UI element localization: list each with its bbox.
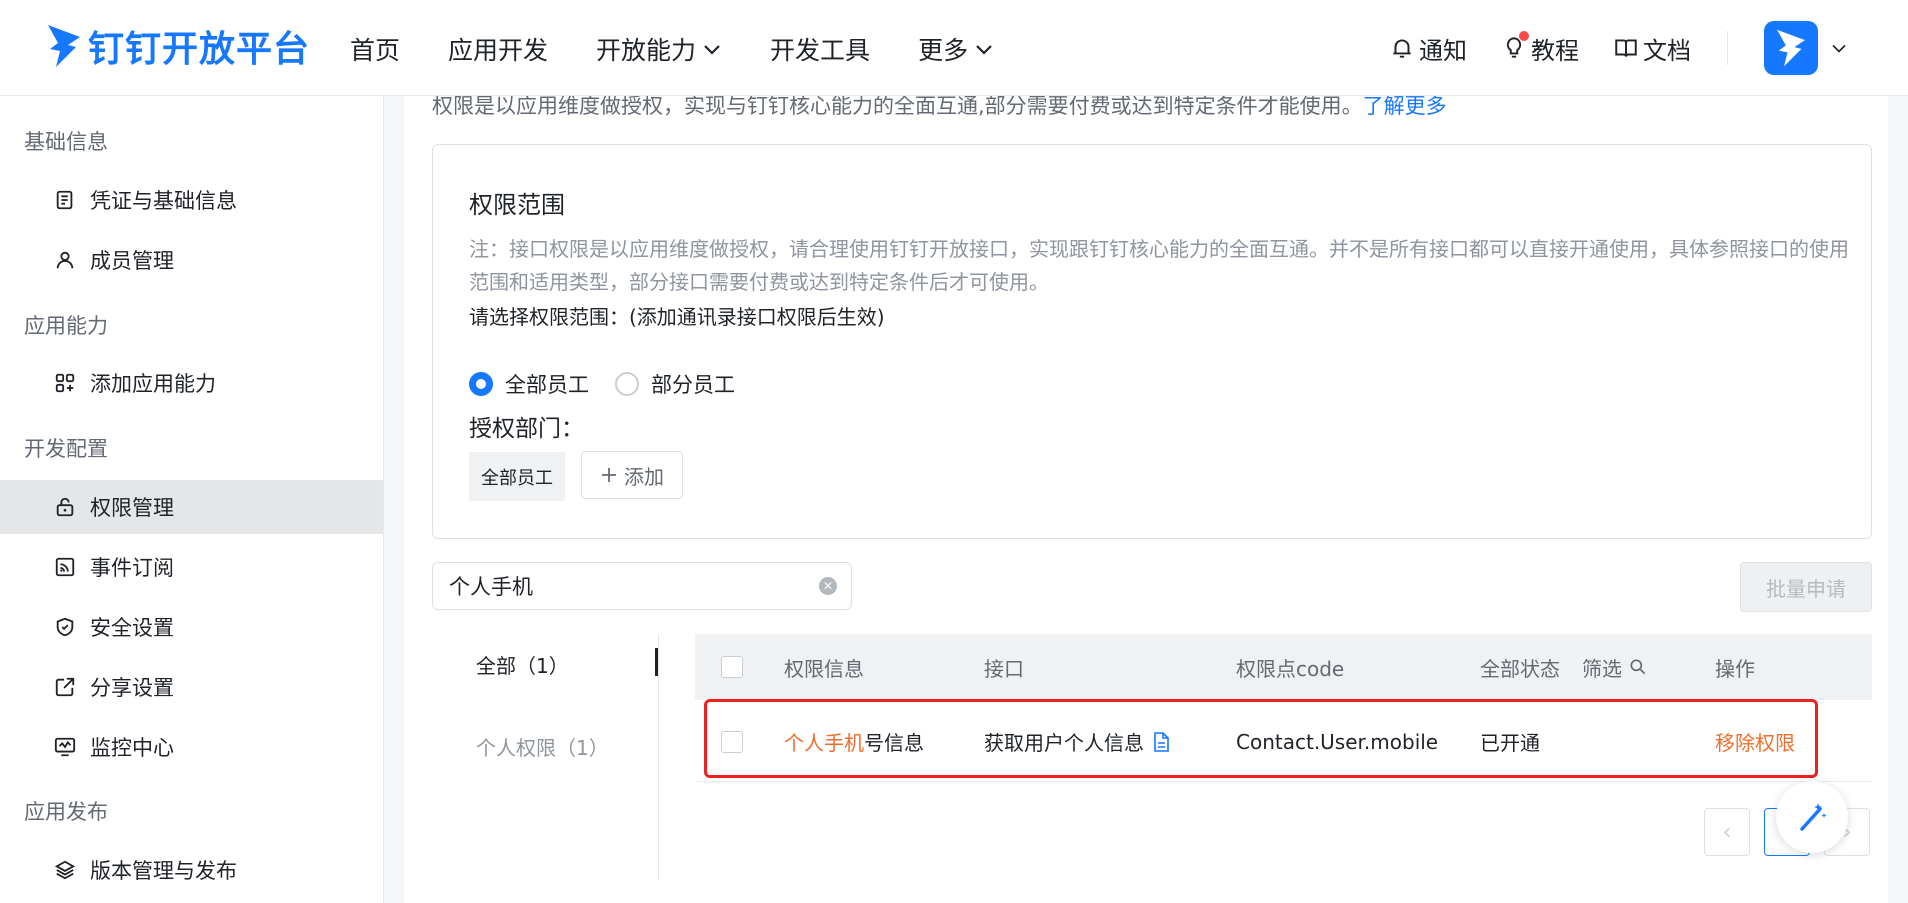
book-icon xyxy=(1615,39,1637,57)
monitor-icon xyxy=(54,737,76,757)
chevron-down-icon[interactable] xyxy=(1830,42,1848,54)
table-header: 权限信息 接口 权限点code 全部状态 筛选 操作 xyxy=(695,634,1872,700)
category-all[interactable]: 全部（1） xyxy=(476,650,569,679)
scope-title: 权限范围 xyxy=(469,191,565,219)
logo-text: 钉钉开放平台 xyxy=(88,29,311,70)
radio-partial-staff[interactable] xyxy=(615,372,639,396)
bell-icon xyxy=(1393,39,1411,58)
sidebar-item-members[interactable]: 成员管理 xyxy=(0,233,383,287)
highlight-outline xyxy=(704,699,1818,778)
logo[interactable]: 钉钉开放平台 xyxy=(46,20,310,72)
sidebar-item-share[interactable]: 分享设置 xyxy=(0,660,383,714)
sidebar-item-events[interactable]: 事件订阅 xyxy=(0,540,383,594)
scope-select-label: 请选择权限范围：(添加通讯录接口权限后生效) xyxy=(469,305,885,329)
ai-assistant-button[interactable] xyxy=(1776,781,1848,853)
app-avatar[interactable] xyxy=(1764,21,1818,75)
sidebar-group-dev-config: 开发配置 xyxy=(24,437,108,461)
col-code: 权限点code xyxy=(1236,656,1345,681)
tutorial-link[interactable]: 教程 xyxy=(1501,30,1579,66)
dingtalk-logo-icon xyxy=(1777,29,1805,67)
grid-plus-icon xyxy=(55,373,75,393)
filter-button[interactable]: 筛选 xyxy=(1582,653,1648,682)
nav-capabilities[interactable]: 开放能力 xyxy=(596,30,722,68)
main-nav: 首页 应用开发 开放能力 开发工具 更多 xyxy=(350,30,1042,68)
notification-dot xyxy=(1519,30,1529,41)
scope-panel: 权限范围 注：接口权限是以应用维度做授权，请合理使用钉钉开放接口，实现跟钉钉核心… xyxy=(432,144,1872,539)
scope-radio-group: 全部员工 部分员工 xyxy=(469,369,761,399)
nav-dev-tools[interactable]: 开发工具 xyxy=(770,30,870,68)
shield-icon xyxy=(56,617,74,637)
notify-link[interactable]: 通知 xyxy=(1389,31,1467,66)
add-dept-button[interactable]: 添加 xyxy=(581,451,683,499)
learn-more-link[interactable]: 了解更多 xyxy=(1363,94,1447,118)
nav-home[interactable]: 首页 xyxy=(350,30,400,68)
sidebar-group-capabilities: 应用能力 xyxy=(24,314,108,338)
nav-more[interactable]: 更多 xyxy=(918,30,994,68)
dept-label: 授权部门： xyxy=(469,416,584,442)
search-icon xyxy=(1630,659,1646,675)
document-icon xyxy=(56,190,73,210)
category-divider xyxy=(658,634,659,880)
status-filter-dropdown[interactable]: 全部状态 xyxy=(1480,653,1560,682)
magic-wand-icon xyxy=(1800,803,1827,831)
radio-partial-staff-label[interactable]: 部分员工 xyxy=(651,369,735,399)
sidebar: 基础信息 凭证与基础信息 成员管理 应用能力 添加应用能力 开发配置 权限管理 … xyxy=(0,96,384,903)
chevron-down-icon xyxy=(976,45,992,55)
batch-apply-button[interactable]: 批量申请 xyxy=(1740,562,1872,612)
sidebar-item-permissions[interactable]: 权限管理 xyxy=(0,480,383,534)
layers-icon xyxy=(54,860,76,880)
radio-all-staff-label[interactable]: 全部员工 xyxy=(505,369,589,399)
sidebar-group-basic: 基础信息 xyxy=(24,130,108,154)
dept-tag: 全部员工 xyxy=(469,452,565,501)
category-personal[interactable]: 个人权限（1） xyxy=(476,732,609,761)
lock-icon xyxy=(56,497,74,517)
chevron-down-icon xyxy=(704,45,720,55)
sidebar-item-security[interactable]: 安全设置 xyxy=(0,600,383,654)
sidebar-item-credentials[interactable]: 凭证与基础信息 xyxy=(0,173,383,227)
scope-note: 注：接口权限是以应用维度做授权，请合理使用钉钉开放接口，实现跟钉钉核心能力的全面… xyxy=(469,237,1849,294)
sidebar-item-add-capability[interactable]: 添加应用能力 xyxy=(0,356,383,410)
user-icon xyxy=(56,251,74,269)
search-input[interactable] xyxy=(449,574,819,598)
col-action: 操作 xyxy=(1715,656,1755,681)
col-permission-info: 权限信息 xyxy=(784,656,864,681)
prev-page-button[interactable]: ‹ xyxy=(1704,808,1750,856)
col-api: 接口 xyxy=(984,656,1024,681)
clear-icon[interactable]: ✕ xyxy=(819,577,837,595)
sidebar-item-versions[interactable]: 版本管理与发布 xyxy=(0,843,383,897)
dingtalk-logo-icon xyxy=(48,25,80,67)
sidebar-group-release: 应用发布 xyxy=(24,800,108,824)
share-icon xyxy=(55,677,75,697)
docs-link[interactable]: 文档 xyxy=(1613,31,1691,66)
select-all-checkbox[interactable] xyxy=(721,656,743,678)
search-box: ✕ xyxy=(432,562,852,610)
plus-icon xyxy=(602,468,616,482)
top-header: 钉钉开放平台 首页 应用开发 开放能力 开发工具 更多 通知 教程 文档 xyxy=(0,0,1908,96)
radio-all-staff[interactable] xyxy=(469,372,493,396)
nav-app-dev[interactable]: 应用开发 xyxy=(448,30,548,68)
rss-icon xyxy=(55,557,75,577)
header-divider xyxy=(1727,31,1728,65)
sidebar-item-monitor[interactable]: 监控中心 xyxy=(0,720,383,774)
header-right: 通知 教程 文档 xyxy=(1355,20,1848,76)
